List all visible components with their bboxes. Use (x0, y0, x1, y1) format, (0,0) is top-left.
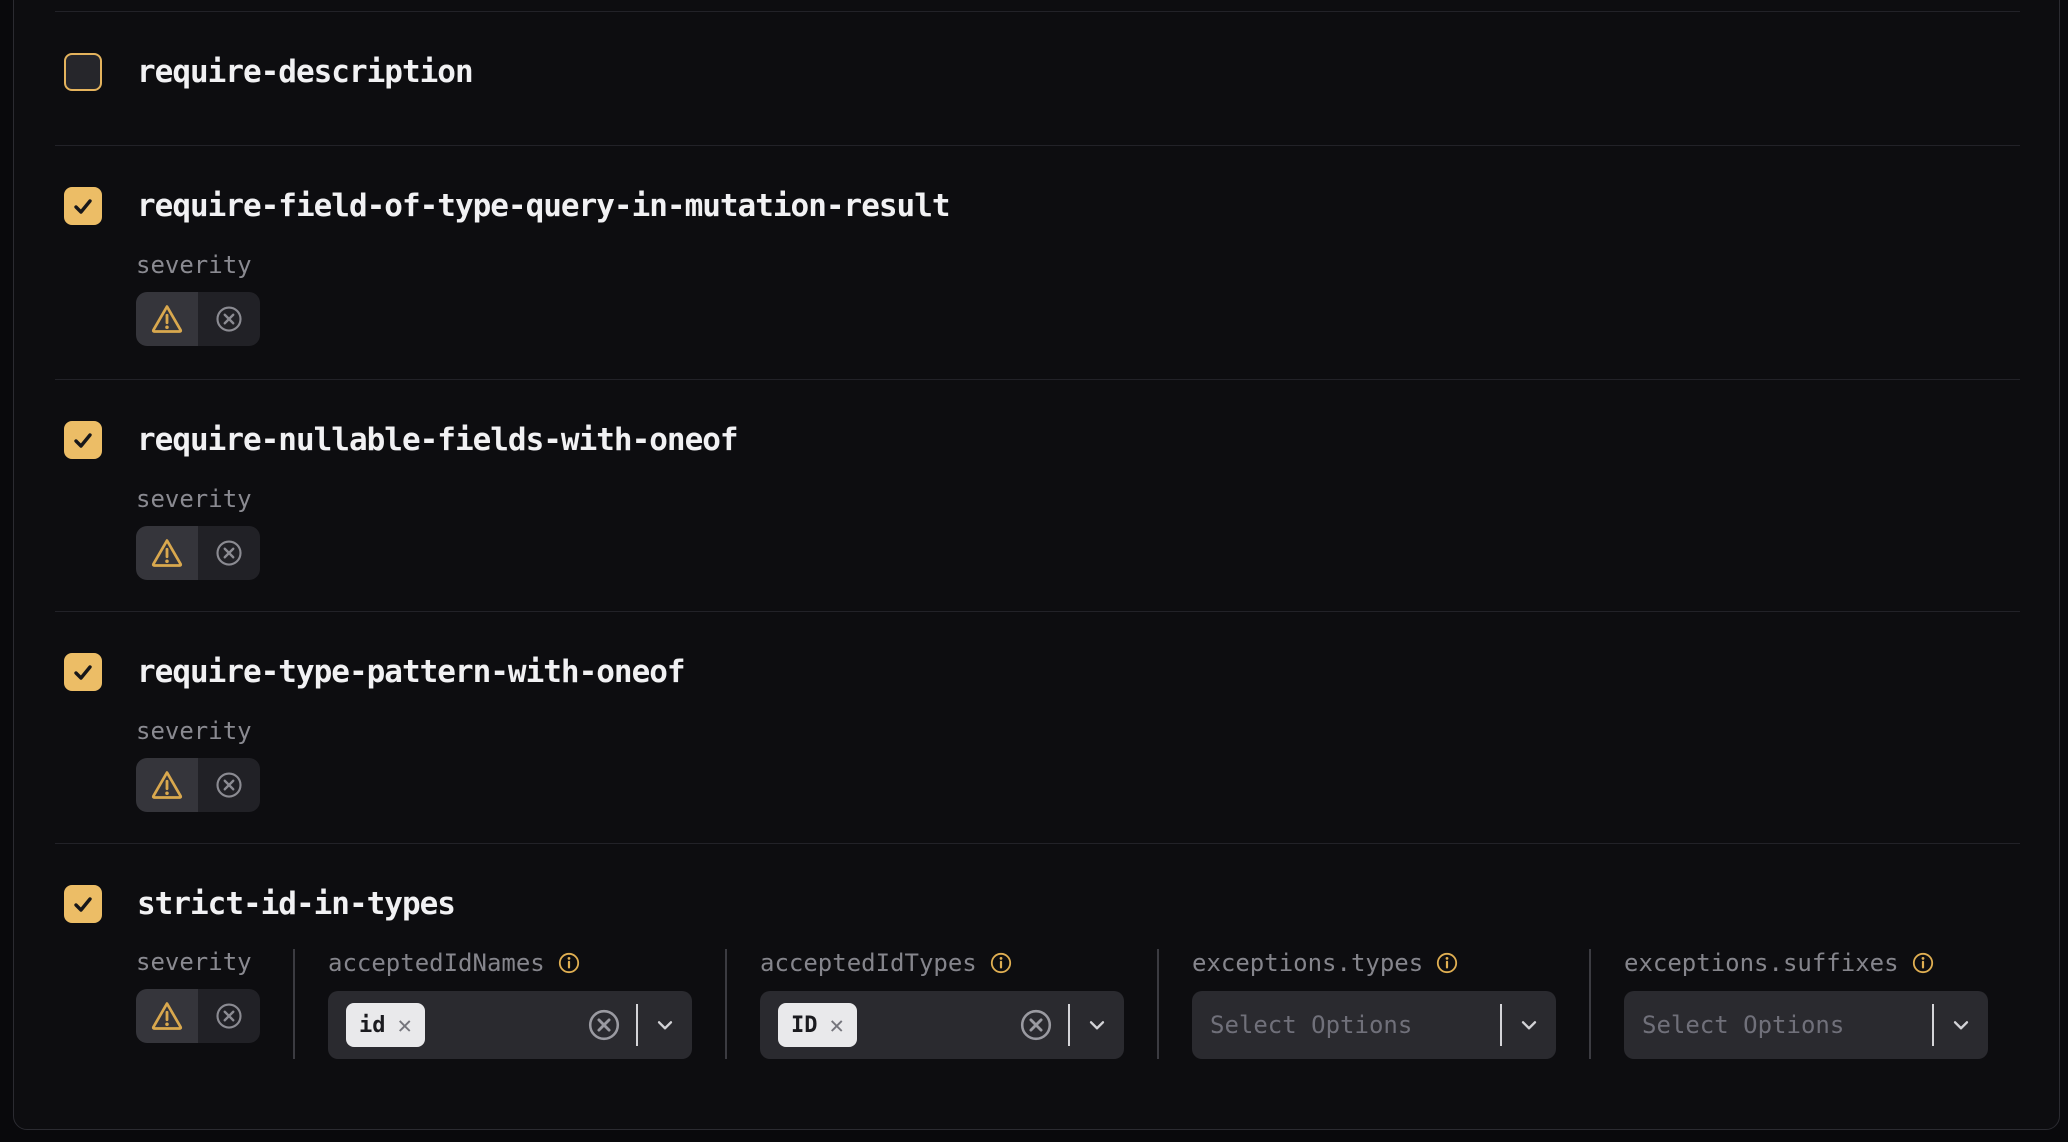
info-icon[interactable] (1911, 951, 1935, 975)
dropdown-toggle[interactable] (652, 1012, 678, 1038)
clear-all-button[interactable] (1018, 1007, 1054, 1043)
multiselect-exceptions-types[interactable]: Select Options (1192, 991, 1556, 1059)
chevron-down-icon (1948, 1012, 1974, 1038)
severity-column: severity (136, 949, 293, 1059)
severity-warn-button[interactable] (136, 758, 198, 812)
selected-tag: ID ✕ (778, 1003, 857, 1047)
rule-row-require-nullable-fields-with-oneof: require-nullable-fields-with-oneof sever… (55, 379, 2020, 611)
rule-checkbox-unchecked[interactable] (64, 53, 102, 91)
warning-icon (150, 536, 184, 570)
select-placeholder: Select Options (1210, 1011, 1412, 1039)
option-label: acceptedIdNames (328, 949, 545, 977)
severity-warn-button[interactable] (136, 989, 198, 1043)
severity-off-button[interactable] (198, 758, 260, 812)
rules-list: require-description require-field-of-typ… (14, 0, 2059, 1129)
option-label: exceptions.types (1192, 949, 1423, 977)
dropdown-toggle[interactable] (1084, 1012, 1110, 1038)
check-icon (71, 194, 95, 218)
severity-off-button[interactable] (198, 292, 260, 346)
circle-x-icon (214, 538, 244, 568)
circle-x-icon (1018, 1007, 1054, 1043)
severity-off-button[interactable] (198, 526, 260, 580)
rules-panel: require-description require-field-of-typ… (13, 0, 2060, 1130)
rule-row-require-field-of-type-query-in-mutation-result: require-field-of-type-query-in-mutation-… (55, 145, 2020, 379)
chevron-down-icon (1516, 1012, 1542, 1038)
check-icon (71, 428, 95, 452)
info-icon[interactable] (1435, 951, 1459, 975)
severity-toggle-group (136, 989, 260, 1043)
warning-icon (150, 999, 184, 1033)
warning-icon (150, 768, 184, 802)
rule-row-require-type-pattern-with-oneof: require-type-pattern-with-oneof severity (55, 611, 2020, 843)
multiselect-acceptedIdTypes[interactable]: ID ✕ (760, 991, 1124, 1059)
rule-options-row: severity acceptedIdNames (136, 949, 2020, 1059)
rule-row-strict-id-in-types: strict-id-in-types severity (55, 843, 2020, 1129)
chevron-down-icon (1084, 1012, 1110, 1038)
option-column-exceptions-types: exceptions.types Select Options (1159, 949, 1589, 1059)
info-icon[interactable] (557, 951, 581, 975)
select-separator (1932, 1004, 1934, 1046)
check-icon (71, 660, 95, 684)
remove-tag-icon[interactable]: ✕ (830, 1013, 844, 1037)
option-label: exceptions.suffixes (1624, 949, 1899, 977)
info-icon[interactable] (989, 951, 1013, 975)
severity-toggle-group (136, 758, 260, 812)
dropdown-toggle[interactable] (1948, 1012, 1974, 1038)
multiselect-exceptions-suffixes[interactable]: Select Options (1624, 991, 1988, 1059)
rule-checkbox-checked[interactable] (64, 885, 102, 923)
warning-icon (150, 302, 184, 336)
dropdown-toggle[interactable] (1516, 1012, 1542, 1038)
severity-warn-button[interactable] (136, 526, 198, 580)
chevron-down-icon (652, 1012, 678, 1038)
option-column-acceptedIdNames: acceptedIdNames id ✕ (295, 949, 725, 1059)
rule-name: require-field-of-type-query-in-mutation-… (137, 188, 950, 224)
severity-warn-button[interactable] (136, 292, 198, 346)
severity-label: severity (136, 252, 2020, 278)
rule-name: require-nullable-fields-with-oneof (137, 422, 738, 458)
option-label: acceptedIdTypes (760, 949, 977, 977)
tag-label: id (359, 1013, 386, 1038)
rule-checkbox-checked[interactable] (64, 421, 102, 459)
option-column-exceptions-suffixes: exceptions.suffixes Select Options (1591, 949, 2021, 1059)
select-separator (636, 1004, 638, 1046)
rule-name: require-description (137, 54, 473, 90)
severity-label: severity (136, 486, 2020, 512)
multiselect-acceptedIdNames[interactable]: id ✕ (328, 991, 692, 1059)
circle-x-icon (214, 770, 244, 800)
check-icon (71, 892, 95, 916)
select-separator (1500, 1004, 1502, 1046)
circle-x-icon (214, 1001, 244, 1031)
severity-toggle-group (136, 292, 260, 346)
circle-x-icon (214, 304, 244, 334)
severity-label: severity (136, 718, 2020, 744)
option-column-acceptedIdTypes: acceptedIdTypes ID ✕ (727, 949, 1157, 1059)
clear-all-button[interactable] (586, 1007, 622, 1043)
rule-checkbox-checked[interactable] (64, 653, 102, 691)
select-separator (1068, 1004, 1070, 1046)
select-placeholder: Select Options (1642, 1011, 1844, 1039)
circle-x-icon (586, 1007, 622, 1043)
selected-tag: id ✕ (346, 1003, 425, 1047)
severity-toggle-group (136, 526, 260, 580)
severity-off-button[interactable] (198, 989, 260, 1043)
remove-tag-icon[interactable]: ✕ (398, 1013, 412, 1037)
rule-row-require-description: require-description (55, 11, 2020, 145)
rule-name: strict-id-in-types (137, 886, 455, 922)
tag-label: ID (791, 1013, 818, 1038)
rule-checkbox-checked[interactable] (64, 187, 102, 225)
rule-name: require-type-pattern-with-oneof (137, 654, 685, 690)
severity-label: severity (136, 949, 293, 975)
